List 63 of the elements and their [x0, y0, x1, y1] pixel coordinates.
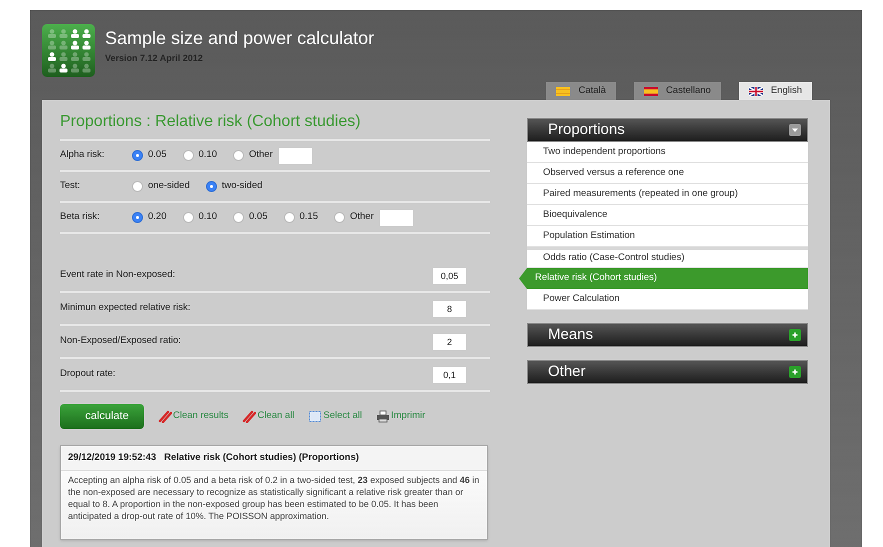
option-label: Other	[350, 210, 374, 224]
expand-icon	[789, 329, 801, 341]
field-label: Test:	[60, 179, 82, 194]
flag-icon	[748, 86, 763, 96]
language-tab[interactable]: English	[738, 82, 812, 100]
people-grid-icon	[42, 24, 95, 77]
section-header[interactable]: Proportions	[527, 118, 808, 142]
radio-button[interactable]	[284, 212, 294, 223]
collapse-icon	[789, 124, 801, 136]
option-label: 0.05	[148, 148, 166, 162]
menu-item[interactable]: Population Estimation	[527, 226, 808, 247]
option-label: 0.15	[300, 210, 318, 224]
calculate-button[interactable]: calculate	[60, 404, 144, 429]
radio-button[interactable]	[233, 212, 244, 223]
input-field[interactable]: 2	[433, 334, 466, 350]
selection-icon	[308, 410, 322, 423]
radio-button[interactable]	[132, 212, 143, 223]
language-tab[interactable]: Català	[546, 82, 616, 100]
menu-item[interactable]: Odds ratio (Case-Control studies)	[527, 247, 808, 268]
field-label: Event rate in Non-exposed:	[60, 268, 176, 282]
field-label: Alpha risk:	[60, 148, 106, 162]
radio-button[interactable]	[182, 150, 194, 161]
eraser-icon	[158, 410, 172, 423]
printer-icon	[376, 410, 390, 423]
section-header[interactable]: Means	[527, 323, 808, 347]
input-field[interactable]: 8	[433, 300, 466, 316]
option-label: 0.20	[148, 210, 166, 224]
flag-icon	[556, 86, 570, 96]
result-text: Accepting an alpha risk of 0.05 and a beta risk of 0.2 in a two-sided test, 23 exposed subjects and 46 in the non-exposed are necessary to recognize as statistically significant a relative risk greater than or equal to 8. A proportion in the non-exposed group has been estimated to be 0.05. It has been anticipated a drop-out rate of 10%. The POISSON approximation.	[67, 474, 480, 522]
option-label: two-sided	[222, 179, 262, 194]
option-label: 0.10	[198, 148, 217, 162]
radio-button[interactable]	[182, 212, 194, 223]
menu-item[interactable]: Two independent proportions	[527, 142, 808, 163]
menu-item[interactable]: Relative risk (Cohort studies)	[519, 268, 808, 289]
menu-item[interactable]: Power Calculation	[527, 289, 808, 310]
app-title: Sample size and power calculator	[105, 27, 374, 49]
radio-button[interactable]	[132, 181, 143, 192]
option-label: 0.05	[249, 210, 268, 224]
input-field[interactable]: 0,1	[433, 366, 466, 382]
radio-button[interactable]	[334, 212, 345, 223]
flag-icon	[644, 86, 658, 96]
menu-item[interactable]: Paired measurements (repeated in one group)	[527, 184, 808, 205]
input-field[interactable]: 0,05	[433, 268, 466, 284]
field-label: Non-Exposed/Exposed ratio:	[60, 334, 181, 348]
radio-button[interactable]	[206, 181, 217, 192]
menu-item[interactable]: Bioequivalence	[527, 205, 808, 226]
field-label: Beta risk:	[60, 210, 101, 224]
input-field[interactable]	[380, 210, 413, 226]
option-label: 0.10	[198, 210, 217, 224]
form-title: Proportions : Relative risk (Cohort studies)	[60, 112, 490, 141]
input-field[interactable]	[278, 148, 312, 164]
eraser-icon	[242, 410, 256, 423]
option-label: one-sided	[148, 179, 190, 194]
radio-button[interactable]	[132, 150, 143, 161]
section-header[interactable]: Other	[527, 360, 808, 384]
radio-button[interactable]	[233, 150, 244, 161]
result-heading: 29/12/2019 19:52:43 Relative risk (Cohort studies) (Proportions)	[61, 446, 487, 472]
expand-icon	[789, 366, 801, 378]
menu-item[interactable]: Observed versus a reference one	[527, 163, 808, 184]
option-label: Other	[249, 148, 273, 162]
field-label: Dropout rate:	[60, 367, 116, 382]
field-label: Minimun expected relative risk:	[60, 301, 190, 316]
language-tab[interactable]: Castellano	[634, 82, 721, 100]
